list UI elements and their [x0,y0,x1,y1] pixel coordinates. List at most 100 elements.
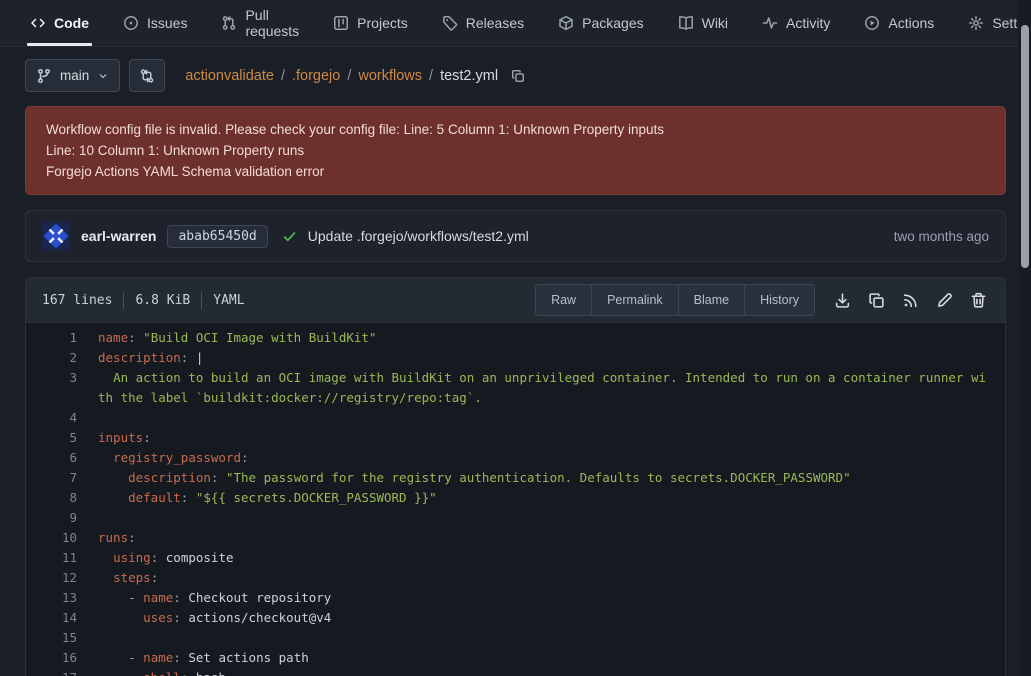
line-number[interactable]: 1 [26,328,98,348]
latest-commit-bar: earl-warren abab65450d Update .forgejo/w… [25,210,1006,262]
line-number[interactable]: 12 [26,568,98,588]
breadcrumb-link--forgejo[interactable]: .forgejo [292,68,340,84]
code-line: 11 using: composite [26,548,1005,568]
nav-tab-label: Activity [786,15,830,31]
nav-tab-issues[interactable]: Issues [123,0,187,46]
line-number[interactable]: 2 [26,348,98,368]
commit-author[interactable]: earl-warren [81,228,156,244]
error-line: Forgejo Actions YAML Schema validation e… [46,161,985,182]
code-line: 2description: | [26,348,1005,368]
rss-icon[interactable] [902,292,919,309]
line-content: steps: [98,568,1005,588]
line-number[interactable]: 5 [26,428,98,448]
breadcrumb-separator: / [347,68,351,84]
raw-button[interactable]: Raw [535,284,592,316]
line-number[interactable]: 14 [26,608,98,628]
permalink-button[interactable]: Permalink [592,284,679,316]
file-info: 167 lines 6.8 KiB YAML [42,292,245,309]
code-line: 14 uses: actions/checkout@v4 [26,608,1005,628]
breadcrumb-current-file: test2.yml [440,68,498,84]
pull-request-icon [221,15,237,31]
play-circle-icon [864,15,880,31]
file-size: 6.8 KiB [135,293,190,308]
code-line: 4 [26,408,1005,428]
line-content [98,408,1005,428]
pencil-icon[interactable] [936,292,953,309]
line-number[interactable]: 13 [26,588,98,608]
line-number[interactable]: 9 [26,508,98,528]
line-content: default: "${{ secrets.DOCKER_PASSWORD }}… [98,488,1005,508]
avatar[interactable] [42,222,70,250]
git-branch-icon [36,68,52,84]
line-number[interactable]: 7 [26,468,98,488]
line-number[interactable]: 6 [26,448,98,468]
line-content: description: | [98,348,1005,368]
branch-selector[interactable]: main [25,59,120,92]
breadcrumb-link-actionvalidate[interactable]: actionvalidate [185,68,274,84]
gear-icon [968,15,984,31]
line-number[interactable]: 4 [26,408,98,428]
blame-button[interactable]: Blame [679,284,745,316]
page-scrollbar[interactable] [1018,0,1031,676]
nav-tab-label: Code [54,15,89,31]
line-content: An action to build an OCI image with Bui… [98,368,1005,408]
history-button[interactable]: History [745,284,815,316]
commit-message[interactable]: Update .forgejo/workflows/test2.yml [308,228,529,244]
code-line: 6 registry_password: [26,448,1005,468]
breadcrumb-link-workflows[interactable]: workflows [358,68,422,84]
code-line: 10runs: [26,528,1005,548]
code-line: 13 - name: Checkout repository [26,588,1005,608]
trash-icon[interactable] [970,292,987,309]
project-board-icon [333,15,349,31]
line-number[interactable]: 15 [26,628,98,648]
code-viewer: 1name: "Build OCI Image with BuildKit"2d… [26,323,1005,676]
copy-icon[interactable] [868,292,885,309]
nav-tab-packages[interactable]: Packages [558,0,643,46]
compare-button[interactable] [129,59,165,92]
nav-tab-wiki[interactable]: Wiki [678,0,728,46]
commit-status-check-icon[interactable] [282,229,297,244]
breadcrumb-separator: / [429,68,433,84]
nav-tab-pull-requests[interactable]: Pull requests [221,0,299,46]
code-line: 8 default: "${{ secrets.DOCKER_PASSWORD … [26,488,1005,508]
code-line: 16 - name: Set actions path [26,648,1005,668]
line-content: - name: Set actions path [98,648,1005,668]
nav-tab-label: Releases [466,15,524,31]
code-line: 12 steps: [26,568,1005,588]
code-line: 9 [26,508,1005,528]
download-icon[interactable] [834,292,851,309]
nav-tab-activity[interactable]: Activity [762,0,830,46]
line-number[interactable]: 10 [26,528,98,548]
nav-tab-code[interactable]: Code [30,0,89,46]
line-number[interactable]: 8 [26,488,98,508]
nav-tab-label: Packages [582,15,643,31]
code-line: 17 shell: bash [26,668,1005,676]
nav-tab-actions[interactable]: Actions [864,0,934,46]
divider [123,292,124,309]
tag-icon [442,15,458,31]
nav-tab-label: Projects [357,15,408,31]
line-number[interactable]: 11 [26,548,98,568]
commit-hash[interactable]: abab65450d [167,225,267,248]
code-line: 3 An action to build an OCI image with B… [26,368,1005,408]
line-number[interactable]: 3 [26,368,98,408]
repo-navbar: Code Issues Pull requests Projects Releases P… [0,0,1031,47]
file-action-icons [834,292,987,309]
file-header: 167 lines 6.8 KiB YAML RawPermalinkBlame… [26,278,1005,323]
workflow-error-banner: Workflow config file is invalid. Please … [25,106,1006,195]
line-content: using: composite [98,548,1005,568]
copy-path-icon[interactable] [511,69,525,83]
line-content: uses: actions/checkout@v4 [98,608,1005,628]
scrollbar-thumb[interactable] [1021,25,1029,268]
nav-tab-releases[interactable]: Releases [442,0,524,46]
branch-name: main [60,68,89,83]
line-number[interactable]: 16 [26,648,98,668]
view-mode-buttons: RawPermalinkBlameHistory [535,284,815,316]
nav-tab-projects[interactable]: Projects [333,0,408,46]
nav-tab-label: Actions [888,15,934,31]
code-line: 1name: "Build OCI Image with BuildKit" [26,328,1005,348]
line-number[interactable]: 17 [26,668,98,676]
line-content: registry_password: [98,448,1005,468]
line-content: - name: Checkout repository [98,588,1005,608]
nav-tab-label: Wiki [702,15,728,31]
